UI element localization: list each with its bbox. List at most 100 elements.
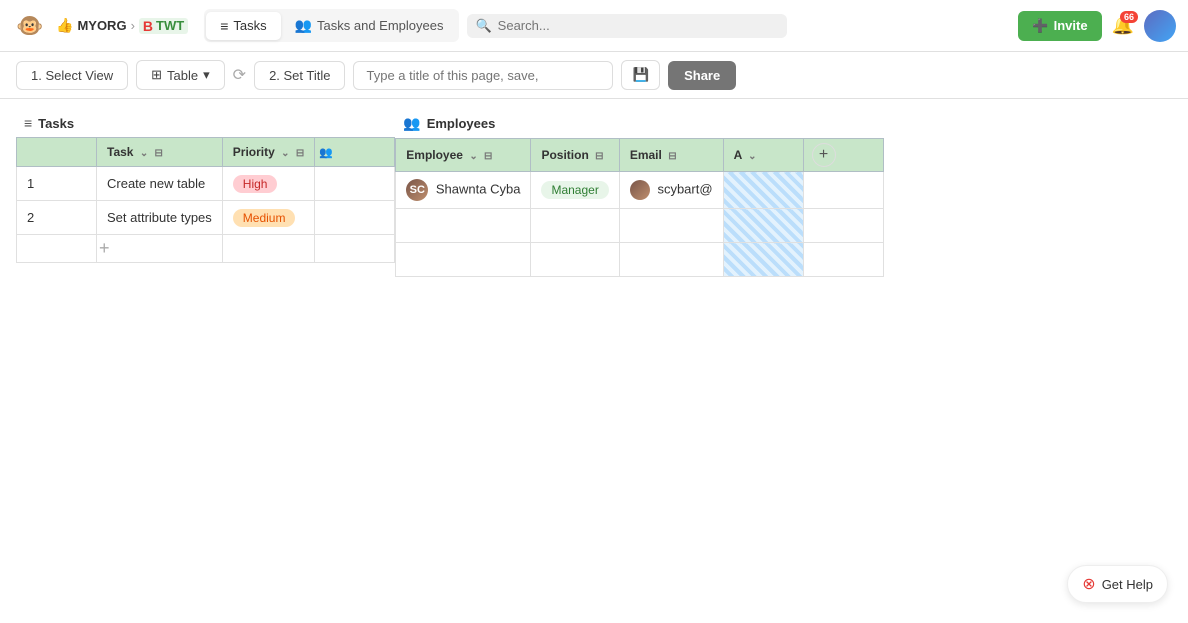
org-name[interactable]: MYORG [77, 18, 126, 33]
priority-col-menu-icon[interactable]: ⊟ [296, 148, 304, 159]
nav-tab-tasks[interactable]: ≡ Tasks [206, 12, 280, 40]
email-value-1: scybart@ [657, 181, 712, 196]
twt-badge-label: TWT [156, 18, 184, 33]
add-column-button[interactable]: + [812, 143, 836, 167]
tasks-table: ≡ Tasks Task ⌄ ⊟ Priorit [16, 109, 395, 263]
tasks-tab-icon: ≡ [220, 18, 228, 34]
get-help-button[interactable]: ⊗ Get Help [1067, 565, 1168, 603]
a-cell-empty [723, 209, 803, 243]
save-button[interactable]: 💾 [621, 60, 660, 90]
position-col-menu-icon[interactable]: ⊟ [595, 151, 603, 162]
a-col-label: A [734, 148, 742, 162]
employee-cell-empty[interactable] [396, 209, 531, 243]
employee-name-1: Shawnta Cyba [436, 181, 521, 196]
search-bar[interactable]: 🔍 [467, 14, 787, 38]
position-col-label: Position [541, 148, 588, 162]
email-col-menu-icon[interactable]: ⊟ [668, 151, 676, 162]
task-sort-icon: ⌄ [140, 148, 148, 159]
add-task-cell[interactable]: + [97, 235, 223, 263]
tasks-link-cell-2 [315, 201, 395, 235]
twt-badge[interactable]: B TWT [139, 18, 188, 34]
priority-cell-1[interactable]: High [222, 167, 314, 201]
add-row-tasks[interactable]: + [17, 235, 395, 263]
step1-label: 1. Select View [31, 68, 113, 83]
add-row-num [17, 235, 97, 263]
tasks-link-cell-1 [315, 167, 395, 201]
tasks-section-label: Tasks [38, 116, 74, 131]
invite-icon: ➕ [1032, 18, 1048, 34]
twt-badge-b: B [143, 18, 153, 34]
user-avatar[interactable] [1144, 10, 1176, 42]
tasks-section-header: ≡ Tasks [16, 109, 395, 137]
share-label: Share [684, 68, 720, 83]
employee-cell-1[interactable]: SC Shawnta Cyba [396, 172, 531, 209]
employee-col-menu-icon[interactable]: ⊟ [484, 151, 492, 162]
tasks-link-icon: 👥 [319, 147, 333, 159]
share-button[interactable]: Share [668, 61, 736, 90]
extra-cell-empty2 [803, 243, 883, 277]
a-cell-empty2 [723, 243, 803, 277]
table-row: 2 Set attribute types Medium [17, 201, 395, 235]
priority-col-label: Priority [233, 145, 275, 159]
task-cell-2[interactable]: Set attribute types [97, 201, 223, 235]
search-input[interactable] [498, 18, 780, 33]
select-view-button[interactable]: 1. Select View [16, 61, 128, 90]
employees-section-label: Employees [427, 116, 496, 131]
position-cell-empty [531, 209, 619, 243]
employee-avatar-inline [630, 180, 650, 200]
add-col-header[interactable]: + [803, 139, 883, 172]
employees-section-header: 👥 Employees [395, 109, 883, 138]
extra-cell-empty [803, 209, 883, 243]
org-info: 👍 MYORG › B TWT [56, 17, 188, 34]
thumbs-icon: 👍 [56, 17, 73, 34]
tasks-grid: Task ⌄ ⊟ Priority ⌄ ⊟ 👥 [16, 137, 395, 263]
notif-badge: 66 [1120, 11, 1138, 23]
nav-tabs: ≡ Tasks 👥 Tasks and Employees [204, 9, 459, 42]
save-icon: 💾 [632, 67, 649, 82]
tasks-tab-label: Tasks [233, 18, 266, 33]
invite-label: Invite [1054, 18, 1088, 33]
task-col-menu-icon[interactable]: ⊟ [155, 148, 163, 159]
extra-cell-1 [803, 172, 883, 209]
tasks-row-num-header [17, 138, 97, 167]
priority-col-header[interactable]: Priority ⌄ ⊟ [222, 138, 314, 167]
employee-col-header[interactable]: Employee ⌄ ⊟ [396, 139, 531, 172]
step2-label: 2. Set Title [269, 68, 330, 83]
position-col-header[interactable]: Position ⊟ [531, 139, 619, 172]
employee-cell-empty2[interactable] [396, 243, 531, 277]
title-input[interactable] [353, 61, 613, 90]
toolbar: 1. Select View ⊞ Table ▾ ⟳ 2. Set Title … [0, 52, 1188, 99]
position-badge-1: Manager [541, 181, 608, 199]
breadcrumb-arrow: › [131, 18, 135, 33]
add-priority-cell [222, 235, 314, 263]
task-cell-1[interactable]: Create new table [97, 167, 223, 201]
row-num-2: 2 [17, 201, 97, 235]
tasks-employees-tab-label: Tasks and Employees [317, 18, 443, 33]
priority-cell-2[interactable]: Medium [222, 201, 314, 235]
a-cell-1 [723, 172, 803, 209]
table-row: 1 Create new table High [17, 167, 395, 201]
nav-tab-tasks-employees[interactable]: 👥 Tasks and Employees [281, 11, 458, 40]
email-col-header[interactable]: Email ⊟ [619, 139, 723, 172]
email-cell-empty2 [619, 243, 723, 277]
email-col-label: Email [630, 148, 662, 162]
notifications-button[interactable]: 🔔 66 [1112, 15, 1134, 36]
table-area: ≡ Tasks Task ⌄ ⊟ Priorit [0, 99, 1188, 617]
navbar-right: ➕ Invite 🔔 66 [1018, 10, 1176, 42]
a-col-header[interactable]: A ⌄ [723, 139, 803, 172]
employees-grid: Employee ⌄ ⊟ Position ⊟ Email ⊟ [395, 138, 883, 277]
task-col-label: Task [107, 145, 133, 159]
task-col-header[interactable]: Task ⌄ ⊟ [97, 138, 223, 167]
employee-col-label: Employee [406, 148, 463, 162]
invite-button[interactable]: ➕ Invite [1018, 11, 1101, 41]
email-cell-1[interactable]: scybart@ [619, 172, 723, 209]
position-cell-1[interactable]: Manager [531, 172, 619, 209]
set-title-button[interactable]: 2. Set Title [254, 61, 345, 90]
get-help-icon: ⊗ [1082, 574, 1095, 594]
priority-badge-1: High [233, 175, 278, 193]
table-view-button[interactable]: ⊞ Table ▾ [136, 60, 225, 90]
table-icon: ⊞ [151, 67, 162, 83]
arrow-forward-icon: ⟳ [233, 65, 246, 85]
get-help-label: Get Help [1102, 577, 1153, 592]
add-link-cell [315, 235, 395, 263]
